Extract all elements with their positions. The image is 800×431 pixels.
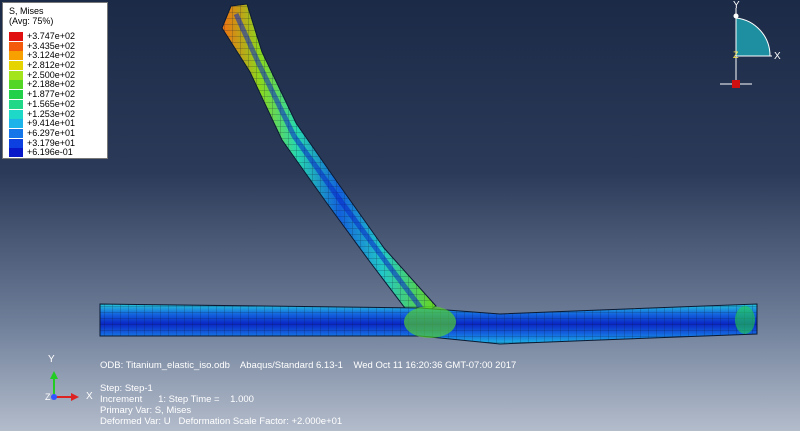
legend-swatch: [9, 41, 23, 51]
inclined-member: [221, 3, 437, 321]
legend-swatch: [9, 99, 23, 109]
legend-value: +3.179e+01: [27, 137, 76, 148]
step-line: Step: Step-1: [100, 383, 153, 394]
legend-swatch: [9, 128, 23, 138]
legend-value: +3.747e+02: [27, 31, 76, 41]
legend-title: S, Mises: [9, 6, 44, 16]
increment-line: Increment 1: Step Time = 1.000: [100, 394, 254, 405]
legend-value: +9.414e+01: [27, 118, 76, 129]
horizontal-beam: [99, 303, 758, 345]
legend-value: +2.812e+02: [27, 60, 76, 71]
axis-triad: [50, 371, 79, 401]
primary-var-line: Primary Var: S, Mises: [100, 405, 192, 416]
legend-value: +3.435e+02: [27, 40, 76, 51]
legend-swatch: [9, 32, 23, 41]
legend-swatch: [9, 90, 23, 100]
orientation-x-label: X: [774, 51, 781, 62]
orientation-y-label: Y: [733, 0, 740, 11]
legend-swatch: [9, 109, 23, 119]
legend-value: +3.124e+02: [27, 50, 76, 61]
legend-value: +1.253e+02: [27, 108, 76, 119]
legend-swatch: [9, 51, 23, 61]
legend-value: +6.297e+01: [27, 127, 76, 138]
triad-x-label: X: [86, 391, 93, 402]
deformed-var-line: Deformed Var: U Deformation Scale Factor…: [100, 416, 343, 427]
legend-swatch: [9, 61, 23, 71]
legend-value: +6.196e-01: [27, 147, 73, 158]
legend-swatch: [9, 138, 23, 148]
orientation-z-label: Z: [733, 50, 739, 60]
triad-y-label: Y: [48, 354, 55, 365]
legend-swatch: [9, 80, 23, 90]
legend-value: +2.188e+02: [27, 79, 76, 90]
odb-line: ODB: Titanium_elastic_iso.odb Abaqus/Sta…: [100, 360, 517, 371]
legend-value: +2.500e+02: [27, 69, 76, 80]
legend-swatch: [9, 70, 23, 80]
legend-swatch: [9, 148, 23, 158]
stress-legend: S, Mises (Avg: 75%) +3.747e+02 +3.435e+0…: [2, 2, 108, 159]
legend-value: +1.565e+02: [27, 98, 76, 109]
legend-swatch: [9, 119, 23, 129]
view-orientation-triad: [720, 8, 772, 88]
analysis-info: ODB: Titanium_elastic_iso.odb Abaqus/Sta…: [100, 360, 516, 427]
triad-z-label: Z: [45, 392, 51, 402]
legend-subtitle: (Avg: 75%): [9, 16, 54, 26]
legend-value: +1.877e+02: [27, 89, 76, 100]
